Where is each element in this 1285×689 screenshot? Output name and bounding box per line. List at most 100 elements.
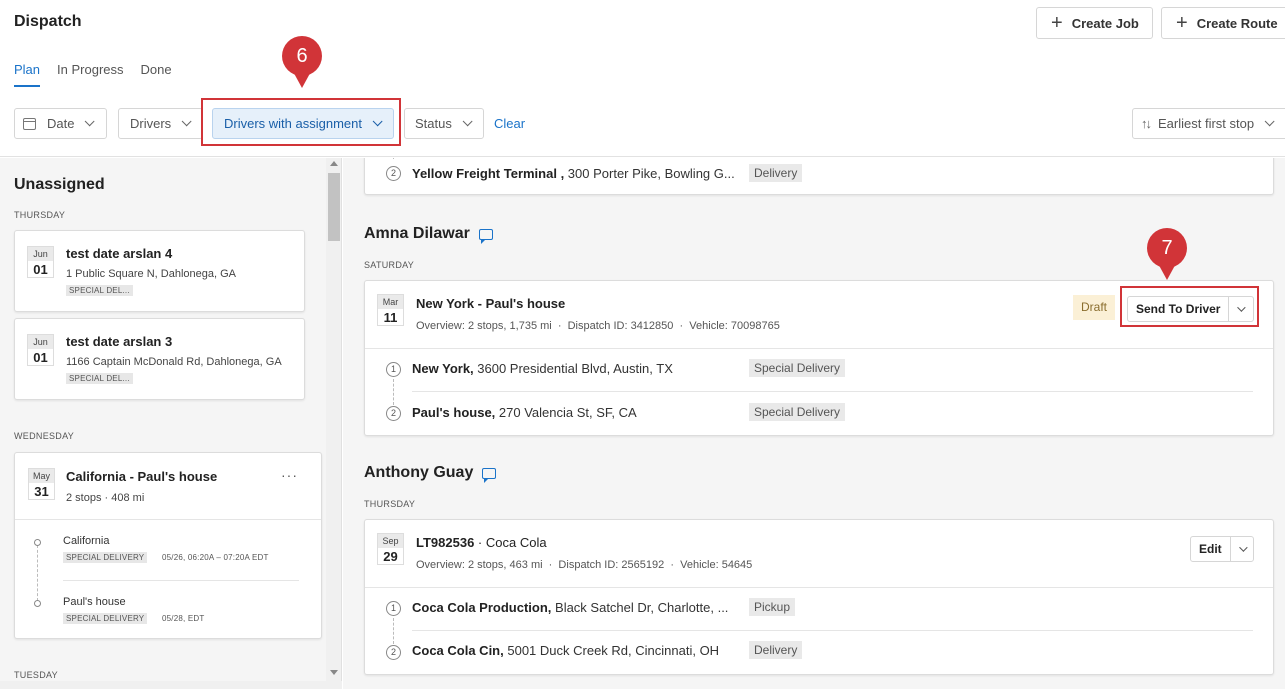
calendar-icon (23, 117, 36, 130)
stop-number: 1 (386, 601, 401, 616)
route-card[interactable]: Sep 29 LT982536 · Coca Cola Overview: 2 … (364, 519, 1274, 675)
date-badge: May 31 (28, 468, 55, 500)
status-badge: Draft (1073, 295, 1116, 320)
title-separator: · (474, 535, 486, 550)
chevron-down-icon[interactable] (1231, 537, 1253, 561)
stop-type-tag: Special Delivery (749, 403, 846, 421)
date-month: Jun (28, 335, 53, 349)
scroll-up-icon[interactable] (330, 161, 338, 166)
unassigned-route-card[interactable]: May 31 California - Paul's house 2 stops… (14, 452, 322, 639)
stop-type-tag: Delivery (749, 641, 803, 659)
chevron-down-icon (462, 116, 473, 127)
route-connector (37, 545, 38, 601)
day-label-thursday: THURSDAY (14, 210, 66, 220)
route-id: LT982536 (416, 535, 475, 550)
stop-address: Coca Cola Cin, 5001 Duck Creek Rd, Cinci… (412, 643, 719, 658)
date-month: May (29, 469, 54, 483)
date-month: Sep (378, 534, 403, 548)
stop-type-tag: Special Delivery (749, 359, 846, 377)
create-route-button[interactable]: + Create Route (1161, 7, 1285, 39)
date-day: 11 (383, 310, 398, 325)
route-title: LT982536 · Coca Cola (416, 535, 547, 550)
day-label: SATURDAY (364, 260, 415, 270)
job-title: test date arslan 4 (66, 246, 173, 261)
create-job-button[interactable]: + Create Job (1036, 7, 1153, 39)
horizontal-scrollbar[interactable] (0, 681, 342, 689)
date-day: 01 (33, 350, 48, 365)
route-summary: 2 stops · 408 mi (66, 492, 145, 504)
stop-address: New York, 3600 Presidential Blvd, Austin… (412, 361, 673, 376)
route-connector (393, 158, 394, 159)
job-address: 1 Public Square N, Dahlonega, GA (66, 268, 236, 280)
driver-name-label: Amna Dilawar (364, 225, 470, 242)
stop-time: 05/28, EDT (162, 614, 205, 623)
stop-name: Coca Cola Production, (412, 600, 552, 615)
chat-icon[interactable] (478, 228, 493, 244)
page-title: Dispatch (14, 13, 82, 30)
unassigned-title: Unassigned (14, 176, 105, 193)
date-day: 01 (33, 262, 48, 277)
stop-name: Paul's house (63, 596, 126, 608)
date-badge: Jun 01 (27, 246, 54, 278)
create-route-label: Create Route (1196, 15, 1278, 31)
stop-number: 1 (386, 362, 401, 377)
route-title: California - Paul's house (66, 469, 218, 484)
scroll-down-icon[interactable] (330, 670, 338, 675)
chevron-down-icon (181, 116, 192, 127)
step-7-marker: 7 (1147, 228, 1187, 280)
stop-name: Coca Cola Cin, (412, 643, 504, 658)
route-connector (393, 379, 394, 405)
tab-in-progress[interactable]: In Progress (57, 62, 123, 87)
routes-panel: 2 Yellow Freight Terminal , 300 Porter P… (343, 158, 1285, 689)
stop-type-tag: SPECIAL DELIVERY (63, 613, 148, 624)
date-day: 31 (34, 484, 49, 499)
unassigned-job-card[interactable]: Jun 01 test date arslan 3 1166 Captain M… (14, 318, 305, 400)
divider (365, 348, 1273, 349)
driver-name: Anthony Guay (364, 464, 497, 483)
highlight-box-step-7 (1120, 286, 1259, 327)
stop-type-tag: SPECIAL DELIVERY (63, 552, 148, 563)
route-card-partial[interactable]: 2 Yellow Freight Terminal , 300 Porter P… (364, 158, 1274, 195)
tab-done[interactable]: Done (141, 62, 172, 87)
day-label: THURSDAY (364, 499, 416, 509)
tab-plan[interactable]: Plan (14, 62, 41, 87)
more-options-icon[interactable]: ··· (281, 467, 298, 483)
route-connector (393, 618, 394, 644)
divider (365, 587, 1273, 588)
vertical-scrollbar[interactable] (326, 158, 341, 689)
create-job-label: Create Job (1071, 15, 1139, 31)
edit-label[interactable]: Edit (1191, 537, 1231, 561)
drivers-filter[interactable]: Drivers (118, 108, 203, 139)
stop-number: 2 (386, 645, 401, 660)
route-overview: Overview: 2 stops, 1,735 mi · Dispatch I… (416, 320, 780, 332)
step-6-marker: 6 (282, 36, 322, 88)
date-day: 29 (383, 549, 398, 564)
stop-name: New York, (412, 361, 474, 376)
stop-name: California (63, 535, 110, 547)
divider (412, 630, 1253, 631)
date-filter[interactable]: Date (14, 108, 107, 139)
scrollbar-thumb[interactable] (328, 173, 340, 241)
driver-name-label: Anthony Guay (364, 464, 474, 481)
job-type-tag: SPECIAL DEL... (66, 373, 133, 384)
clear-filters-link[interactable]: Clear (494, 116, 525, 131)
unassigned-job-card[interactable]: Jun 01 test date arslan 4 1 Public Squar… (14, 230, 305, 312)
job-type-tag: SPECIAL DEL... (66, 285, 133, 296)
plus-icon: + (1176, 12, 1188, 34)
date-month: Mar (378, 295, 403, 309)
route-customer: Coca Cola (485, 535, 547, 550)
sort-dropdown[interactable]: ↑↓ Earliest first stop (1132, 108, 1285, 139)
stop-marker-icon (34, 539, 41, 546)
stop-address: Yellow Freight Terminal , 300 Porter Pik… (412, 166, 735, 181)
edit-route-button[interactable]: Edit (1190, 536, 1254, 562)
chat-icon[interactable] (482, 467, 497, 483)
chevron-down-icon (1264, 116, 1275, 127)
stop-address: Paul's house, 270 Valencia St, SF, CA (412, 405, 637, 420)
status-filter[interactable]: Status (404, 108, 484, 139)
stop-marker-icon (34, 600, 41, 607)
date-badge: Sep 29 (377, 533, 404, 565)
sort-label: Earliest first stop (1158, 116, 1255, 131)
step-number: 7 (1147, 228, 1187, 268)
stop-number: 2 (386, 166, 401, 181)
app-header: Dispatch + Create Job + Create Route Pla… (0, 0, 1285, 157)
